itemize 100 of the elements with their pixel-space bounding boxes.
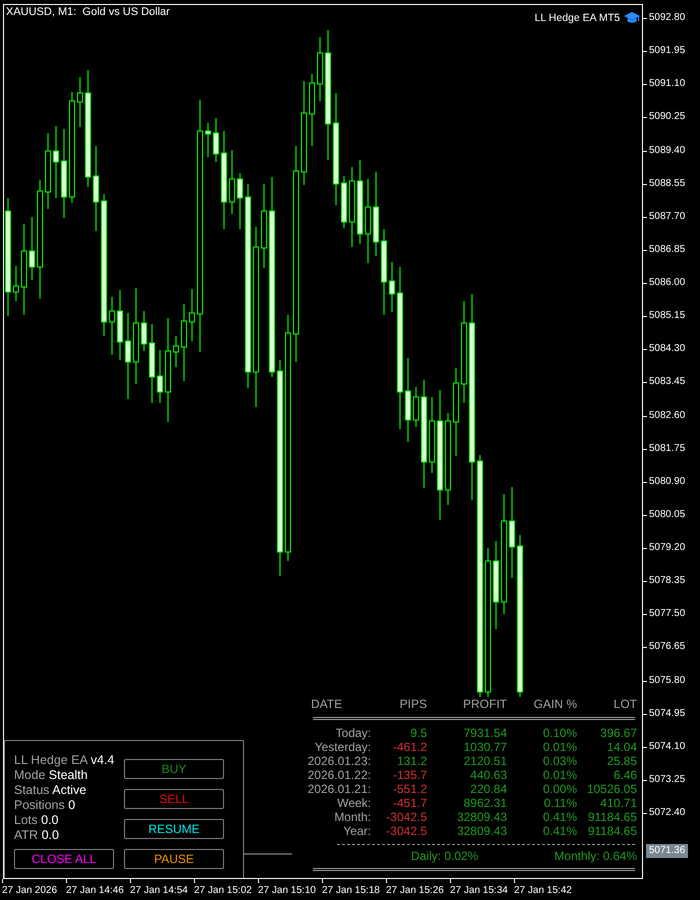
gain-value: 0.00% [542,782,577,796]
current-price-tag: 5071.36 [646,844,688,858]
candle [13,266,19,302]
price-label: 5087.70 [643,206,686,240]
candle [109,296,115,356]
graduation-cap-icon [624,11,640,24]
ea-button[interactable]: SELL [124,789,224,809]
price-label: 5080.90 [643,472,686,505]
lot-value: 25.85 [606,754,637,768]
time-label: 27 Jan 2026 [2,879,66,900]
price-label: 5083.45 [643,372,686,406]
candle [205,122,211,158]
price-label: 5079.20 [643,538,686,572]
candle [237,172,243,230]
price-label: 5085.15 [643,306,686,340]
pips-value: -3042.5 [385,824,427,838]
lot-value: 6.46 [612,768,637,782]
date-label: Year: [342,824,371,838]
price-label: 5091.10 [643,74,686,108]
price-label: 5092.80 [643,8,686,42]
time-label: 27 Jan 15:02 [194,879,258,900]
profit-value: 1030.77 [462,740,507,754]
price-label: 5077.50 [643,604,686,638]
candle [341,176,347,228]
profit-value: 2120.51 [462,754,507,768]
candle [213,118,219,162]
time-label: 27 Jan 15:10 [258,879,322,900]
profit-value: 7931.54 [462,726,507,740]
price-label: 5081.75 [643,438,686,472]
column-header: GAIN % [532,697,577,713]
ea-button[interactable]: RESUME [124,819,224,839]
info-line: Positions 0 [14,798,76,813]
price-label: 5074.95 [643,704,686,737]
gain-value: 0.01% [542,740,577,754]
price-label: 5072.40 [643,803,686,836]
lot-value: 10526.05 [586,782,637,796]
date-label: Week: [336,796,371,810]
profit-value: 440.63 [469,768,507,782]
pips-value: -3042.5 [385,810,427,824]
price-label: 5090.25 [643,107,686,140]
candle [77,76,83,128]
gain-value: 0.11% [542,796,577,810]
date-label: 2026.01.21: [306,782,371,796]
time-label: 27 Jan 15:42 [514,879,578,900]
profit-value: 32809.43 [456,824,507,838]
date-label: 2026.01.23: [306,754,371,768]
lot-value: 91184.65 [586,824,637,838]
pips-value: 131.2 [396,754,427,768]
price-label: 5086.85 [643,240,686,273]
lot-value: 396.67 [599,726,637,740]
price-label: 5080.05 [643,504,686,538]
price-label: 5073.25 [643,770,686,803]
info-line: Status Active [14,783,88,798]
price-label: 5075.80 [643,670,686,704]
candle [141,310,147,352]
date-label: Yesterday: [314,740,371,754]
lot-value: 14.04 [606,740,637,754]
profit-value: 8962.31 [462,796,507,810]
candle [413,386,419,428]
price-label: 5078.35 [643,571,686,604]
gain-value: 0.41% [542,824,577,838]
info-line: ATR 0.0 [14,828,60,843]
price-label: 5084.30 [643,339,686,372]
ea-label: LL Hedge EA MT5 [534,12,620,24]
pips-value: -461.2 [392,740,427,754]
price-label: 5088.55 [643,174,686,207]
date-label: Today: [334,726,371,740]
lot-value: 410.71 [599,796,637,810]
pips-value: -451.7 [392,796,427,810]
column-header: PROFIT [462,697,507,713]
pips-value: 9.5 [409,726,427,740]
candle [29,216,35,280]
candle [189,288,195,342]
time-label: 27 Jan 14:54 [130,879,194,900]
info-line: Mode Stealth [14,768,89,783]
price-label: 5086.00 [643,273,686,306]
time-label: 27 Jan 15:18 [322,879,386,900]
ea-button[interactable]: PAUSE [124,849,224,869]
pips-value: -135.7 [392,768,427,782]
ea-button[interactable]: BUY [124,759,224,779]
monthly-gain: Monthly: 0.64% [554,849,637,863]
candle [317,36,323,102]
candle [117,290,123,360]
lot-value: 91184.65 [586,810,637,824]
price-label: 5074.10 [643,736,686,770]
ea-button[interactable]: CLOSE ALL [14,849,114,869]
gain-value: 0.10% [542,726,577,740]
time-label: 27 Jan 15:34 [450,879,514,900]
price-label: 5082.60 [643,406,686,439]
symbol-title: XAUUSD, M1: Gold vs US Dollar [6,6,170,18]
gain-value: 0.03% [542,754,577,768]
column-header: PIPS [398,697,427,713]
time-label: 27 Jan 14:46 [66,879,130,900]
price-label: 5076.65 [643,637,686,670]
candle [389,262,395,312]
candle [173,336,179,368]
daily-gain: Daily: 0.02% [411,849,478,863]
price-label: 5091.95 [643,41,686,74]
info-line: LL Hedge EA v4.4 [14,753,114,768]
profit-value: 220.84 [469,782,507,796]
